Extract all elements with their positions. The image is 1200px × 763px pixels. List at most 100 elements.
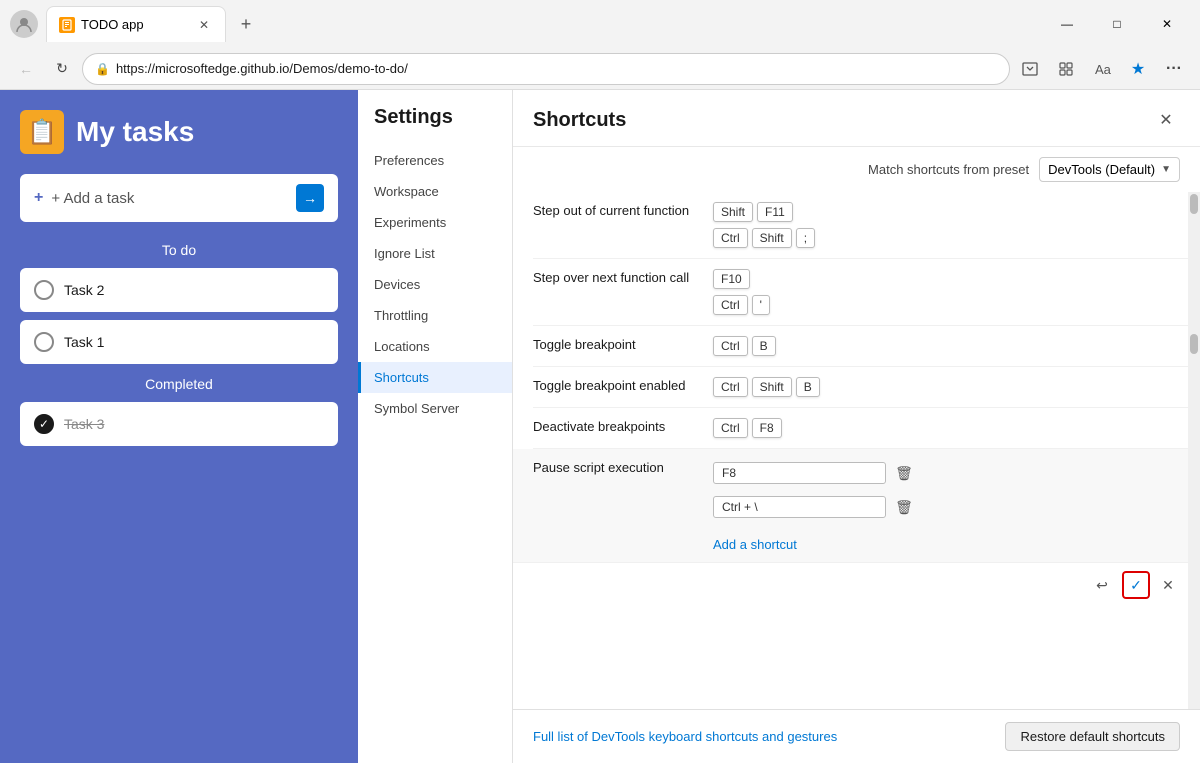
- sidebar-item-preferences[interactable]: Preferences: [358, 145, 512, 176]
- key-badge: Ctrl: [713, 228, 748, 248]
- shortcut-name: Pause script execution: [533, 459, 693, 477]
- more-menu-button[interactable]: ···: [1158, 53, 1190, 85]
- completed-section-label: Completed: [20, 376, 338, 392]
- list-item[interactable]: Task 2: [20, 268, 338, 312]
- restore-defaults-button[interactable]: Restore default shortcuts: [1005, 722, 1180, 751]
- tab-title: TODO app: [81, 17, 195, 32]
- key-combo: Ctrl Shift ;: [713, 228, 1160, 248]
- todo-section-label: To do: [20, 242, 338, 258]
- add-shortcut-link[interactable]: Add a shortcut: [713, 537, 797, 552]
- add-task-bar[interactable]: + + Add a task →: [20, 174, 338, 222]
- preset-dropdown[interactable]: DevTools (Default) ▼: [1039, 157, 1180, 182]
- new-tab-button[interactable]: +: [230, 8, 262, 40]
- svg-text:Aa: Aa: [1095, 62, 1111, 77]
- lock-icon: 🔒: [95, 62, 110, 76]
- shortcut-input-1[interactable]: [713, 462, 886, 484]
- todo-title: My tasks: [76, 116, 194, 148]
- sidebar-item-locations[interactable]: Locations: [358, 331, 512, 362]
- todo-app-icon: 📋: [20, 110, 64, 154]
- sidebar-item-devices[interactable]: Devices: [358, 269, 512, 300]
- key-badge: B: [796, 377, 820, 397]
- add-task-arrow-button[interactable]: →: [296, 184, 324, 212]
- key-badge: Shift: [752, 228, 792, 248]
- shortcuts-footer: Full list of DevTools keyboard shortcuts…: [513, 709, 1200, 763]
- key-combo: Ctrl ': [713, 295, 1160, 315]
- browser-window: TODO app ✕ + — □ ✕ ← ↻ 🔒 https://microso…: [0, 0, 1200, 763]
- undo-button[interactable]: ↩: [1088, 571, 1116, 599]
- add-plus-icon: +: [34, 189, 43, 207]
- profile-icon[interactable]: [10, 10, 38, 38]
- tab-favicon: [59, 17, 75, 33]
- chevron-down-icon: ▼: [1161, 164, 1171, 175]
- key-combo: Ctrl F8: [713, 418, 1160, 438]
- shortcut-name: Step over next function call: [533, 269, 693, 287]
- shortcuts-content: Shortcuts ✕ Match shortcuts from preset …: [513, 90, 1200, 763]
- list-item[interactable]: Task 1: [20, 320, 338, 364]
- delete-shortcut-button[interactable]: 🗑: [890, 493, 918, 521]
- nav-icons: Aa ★ ···: [1014, 53, 1190, 85]
- key-badge: Ctrl: [713, 377, 748, 397]
- restore-button[interactable]: □: [1094, 8, 1140, 40]
- confirm-button[interactable]: ✓: [1122, 571, 1150, 599]
- settings-panel: Settings Preferences Workspace Experimen…: [358, 90, 1200, 763]
- key-badge: Ctrl: [713, 295, 748, 315]
- sidebar-item-ignore-list[interactable]: Ignore List: [358, 238, 512, 269]
- key-combo: Shift F11: [713, 202, 1160, 222]
- list-item[interactable]: ✓ Task 3: [20, 402, 338, 446]
- todo-header: 📋 My tasks: [20, 110, 338, 154]
- shortcut-keys: 🗑 🗑 Add a shortcut: [713, 459, 1160, 552]
- task-checkbox-done[interactable]: ✓: [34, 414, 54, 434]
- shortcuts-close-button[interactable]: ✕: [1152, 106, 1180, 134]
- shortcut-name: Toggle breakpoint: [533, 336, 693, 354]
- task-text-done: Task 3: [64, 416, 104, 432]
- full-list-link[interactable]: Full list of DevTools keyboard shortcuts…: [533, 729, 837, 744]
- url-bar[interactable]: 🔒 https://microsoftedge.github.io/Demos/…: [82, 53, 1010, 85]
- shortcuts-page-title: Shortcuts: [533, 109, 626, 132]
- shortcut-row: Deactivate breakpoints Ctrl F8: [533, 408, 1200, 449]
- close-button[interactable]: ✕: [1144, 8, 1190, 40]
- shortcut-name: Toggle breakpoint enabled: [533, 377, 693, 395]
- shortcut-row: Toggle breakpoint enabled Ctrl Shift B: [533, 367, 1200, 408]
- minimize-button[interactable]: —: [1044, 8, 1090, 40]
- refresh-button[interactable]: ↻: [46, 53, 78, 85]
- key-badge: Ctrl: [713, 336, 748, 356]
- back-button[interactable]: ←: [10, 53, 42, 85]
- tab-close-button[interactable]: ✕: [195, 16, 213, 34]
- key-badge: Shift: [713, 202, 753, 222]
- url-text: https://microsoftedge.github.io/Demos/de…: [116, 61, 997, 76]
- shortcut-row: Step over next function call F10 Ctrl ': [533, 259, 1200, 326]
- shortcut-input-2[interactable]: [713, 496, 886, 518]
- dismiss-button[interactable]: ✕: [1156, 573, 1180, 597]
- shortcut-keys: F10 Ctrl ': [713, 269, 1160, 315]
- preset-label: Match shortcuts from preset: [868, 162, 1029, 177]
- shortcuts-header: Shortcuts ✕: [513, 90, 1200, 147]
- key-combo: Ctrl Shift B: [713, 377, 1160, 397]
- sidebar-item-experiments[interactable]: Experiments: [358, 207, 512, 238]
- action-row: ↩ ✓ ✕: [533, 563, 1200, 607]
- sidebar-item-symbol-server[interactable]: Symbol Server: [358, 393, 512, 424]
- scrollbar-thumb: [1190, 194, 1198, 214]
- key-badge: ': [752, 295, 770, 315]
- delete-shortcut-button[interactable]: 🗑: [890, 459, 918, 487]
- preset-bar: Match shortcuts from preset DevTools (De…: [513, 147, 1200, 192]
- key-badge: F8: [752, 418, 782, 438]
- task-checkbox[interactable]: [34, 332, 54, 352]
- read-aloud-icon[interactable]: Aa: [1086, 53, 1118, 85]
- key-badge: ;: [796, 228, 815, 248]
- window-controls: — □ ✕: [1044, 8, 1190, 40]
- sidebar-item-throttling[interactable]: Throttling: [358, 300, 512, 331]
- active-tab[interactable]: TODO app ✕: [46, 6, 226, 42]
- sidebar-item-workspace[interactable]: Workspace: [358, 176, 512, 207]
- sidebar-item-shortcuts[interactable]: Shortcuts: [358, 362, 512, 393]
- settings-title: Settings: [358, 106, 512, 145]
- collections-icon[interactable]: [1050, 53, 1082, 85]
- add-task-placeholder: + Add a task: [51, 190, 288, 207]
- shortcut-row: Step out of current function Shift F11 C…: [533, 192, 1200, 259]
- shortcut-keys: Ctrl F8: [713, 418, 1160, 438]
- task-checkbox[interactable]: [34, 280, 54, 300]
- key-combo: 🗑: [713, 459, 1160, 487]
- shortcut-name: Step out of current function: [533, 202, 693, 220]
- web-capture-icon[interactable]: [1014, 53, 1046, 85]
- favorites-icon[interactable]: ★: [1122, 53, 1154, 85]
- scrollbar[interactable]: [1188, 192, 1200, 709]
